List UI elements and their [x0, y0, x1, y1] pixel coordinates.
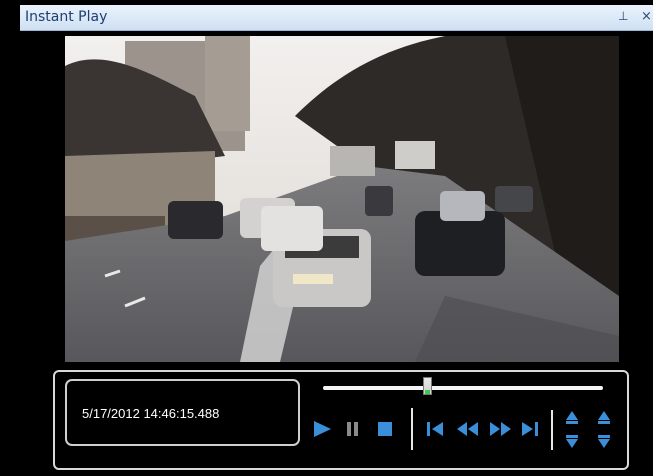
- next-frame-button[interactable]: [520, 420, 540, 438]
- stop-button[interactable]: [376, 420, 394, 438]
- volume-up-down-icon[interactable]: [595, 408, 613, 452]
- speed-up-down-icon[interactable]: [563, 408, 581, 452]
- close-icon[interactable]: ×: [641, 9, 652, 24]
- video-frame: [65, 36, 619, 362]
- fast-forward-button[interactable]: [487, 420, 513, 438]
- separator: [551, 410, 553, 450]
- separator: [411, 408, 413, 450]
- playback-controls: 5/17/2012 14:46:15.488: [53, 370, 629, 470]
- window-titlebar: Instant Play ⊥ ×: [20, 5, 653, 31]
- window-title: Instant Play: [25, 9, 108, 25]
- timestamp-box: 5/17/2012 14:46:15.488: [65, 379, 300, 446]
- play-button[interactable]: [311, 420, 333, 438]
- previous-frame-button[interactable]: [425, 420, 445, 438]
- pin-icon[interactable]: ⊥: [618, 9, 628, 23]
- timestamp: 5/17/2012 14:46:15.488: [82, 406, 220, 421]
- seek-slider-thumb[interactable]: [422, 377, 432, 395]
- seek-slider[interactable]: [323, 386, 603, 390]
- rewind-button[interactable]: [455, 420, 481, 438]
- pause-button[interactable]: [345, 420, 361, 438]
